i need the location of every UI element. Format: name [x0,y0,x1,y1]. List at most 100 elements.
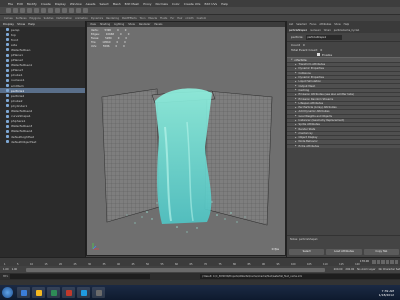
time-slider[interactable]: 1 5 10 15 20 25 30 35 40 45 50 55 60 65 70 75 80 85 90 95 10… [0,257,400,266]
shelf-tab-hair[interactable]: Hair [177,17,182,20]
shelf-tab-animation[interactable]: Animation [75,17,88,20]
outliner-menu-help[interactable]: Help [28,22,35,26]
taskbar-app-button[interactable] [17,287,30,298]
scale-tool-icon[interactable] [55,8,60,13]
ae-menu-selected[interactable]: Selected [296,23,306,26]
open-scene-icon[interactable] [13,8,18,13]
menu-normals[interactable]: Normals [156,2,168,6]
step-forward-icon[interactable] [390,260,394,264]
menu-select[interactable]: Select [99,2,108,6]
shelf-tab-polygons[interactable]: Polygons [30,17,41,20]
mel-label[interactable]: MEL [3,275,8,278]
shelf-tab-ncloth[interactable]: nCloth [185,17,193,20]
current-frame-field[interactable]: 178.00 [360,260,369,264]
viewport-menu-view[interactable]: View [90,23,96,26]
shelf-tab-muscle[interactable]: Muscle [148,17,157,20]
perspective-viewport[interactable]: View Shading Lighting Show Renderer Pane… [86,21,286,256]
menu-window[interactable]: Window [70,2,82,6]
shelf-tab-toon[interactable]: Toon [140,17,146,20]
start-time-field[interactable]: 1.00 [3,268,9,271]
playback-start-field[interactable]: 1.00 [12,268,18,271]
taskbar-app-button[interactable] [77,287,90,298]
render-icon[interactable] [76,8,81,13]
shelf-tab-deformation[interactable]: Deformation [56,17,72,20]
snap-grid-icon[interactable] [62,8,67,13]
taskbar-app-button[interactable] [32,287,45,298]
shelf-tab-surfaces[interactable]: Surfaces [16,17,27,20]
menu-proxy[interactable]: Proxy [143,2,151,6]
expand-triangle-icon: ▶ [295,67,297,70]
menu-file[interactable]: File [8,2,13,6]
ae-node-tab[interactable]: particleShape1 [289,29,307,32]
ae-menu-focus[interactable]: Focus [310,23,317,26]
menu-edit[interactable]: Edit [17,2,23,6]
viewport-menu-show[interactable]: Show [128,23,135,26]
shelf-tab-dynamics[interactable]: Dynamics [91,17,103,20]
shelf-tab-subdivs[interactable]: Subdivs [44,17,54,20]
ipr-render-icon[interactable] [83,8,88,13]
step-back-icon[interactable] [376,260,380,264]
play-back-icon[interactable] [381,260,385,264]
menu-create[interactable]: Create [41,2,51,6]
copy-tab-button[interactable]: Copy Tab [363,249,399,255]
menu-edit-uvs[interactable]: Edit UVs [205,2,218,6]
start-button[interactable] [2,287,13,298]
select-button[interactable]: Select [289,249,325,255]
ae-section-label: Lifespan Attributes [298,101,324,105]
save-scene-icon[interactable] [20,8,25,13]
viewport-menu-renderer[interactable]: Renderer [139,23,150,26]
taskbar-app-button[interactable] [92,287,105,298]
shelf-tab-painteffects[interactable]: PaintEffects [122,17,137,20]
menu-modify[interactable]: Modify [27,2,37,6]
viewport-menu-shading[interactable]: Shading [100,23,110,26]
shelf-tab-rendering[interactable]: Rendering [106,17,119,20]
outliner-menu-show[interactable]: Show [17,22,25,26]
end-time-field[interactable]: 200.00 [345,268,354,271]
node-name-field[interactable]: particleShape1 [306,34,343,40]
ae-menu-show[interactable]: Show [334,23,340,26]
snap-curve-icon[interactable] [69,8,74,13]
load-attributes-button[interactable]: Load Attributes [326,249,362,255]
command-input[interactable] [10,274,151,279]
select-tool-icon[interactable] [27,8,32,13]
enable-checkbox[interactable] [317,53,320,56]
anim-layer-dropdown[interactable]: No Anim Layer [357,268,375,271]
menu-assets[interactable]: Assets [86,2,96,6]
ae-notes[interactable]: Notes: particleShape1 [287,235,400,247]
outliner-item[interactable]: defaultObjectSet [0,139,85,144]
menu-mesh[interactable]: Mesh [113,2,121,6]
shelf-tab-curves[interactable]: Curves [4,17,13,20]
playback-end-field[interactable]: 200.00 [334,268,343,271]
shelf-tab-custom[interactable]: Custom [197,17,207,20]
system-tray-clock[interactable]: 7:39 AM 1/18/2012 [379,289,400,297]
go-to-start-icon[interactable] [372,260,376,264]
ae-node-tab[interactable]: time1 [324,29,331,32]
menu-color[interactable]: Color [172,2,180,6]
ae-menu-list[interactable]: List [289,23,293,26]
play-forward-icon[interactable] [385,260,389,264]
new-scene-icon[interactable] [6,8,11,13]
range-slider-bar[interactable] [26,267,325,272]
menu-display[interactable]: Display [55,2,66,6]
outliner-menu-display[interactable]: Display [3,22,14,26]
rotate-tool-icon[interactable] [48,8,53,13]
outliner-item-label: WaterfallGeo4 [11,129,33,134]
menu-create-uvs[interactable]: Create UVs [184,2,201,6]
viewport-menu-lighting[interactable]: Lighting [114,23,124,26]
ae-menu-help[interactable]: Help [344,23,349,26]
shelf-tab-fur[interactable]: Fur [170,17,174,20]
ae-node-tab[interactable]: nucleus1 [310,29,321,32]
shelf-tab-fluids[interactable]: Fluids [160,17,167,20]
taskbar-app-button[interactable] [47,287,60,298]
taskbar-app-button[interactable] [62,287,75,298]
menu-edit-mesh[interactable]: Edit Mesh [125,2,140,6]
go-to-end-icon[interactable] [394,260,398,264]
ae-section[interactable]: ▶ Extra Attributes [287,143,400,148]
ae-node-tab[interactable]: particleCache_Cycle1 [334,29,360,32]
character-set-dropdown[interactable]: No Character Set [379,268,400,271]
viewport-menu-panels[interactable]: Panels [154,23,162,26]
move-tool-icon[interactable] [41,8,46,13]
ae-menu-attributes[interactable]: Attributes [319,23,331,26]
menu-help[interactable]: Help [221,2,228,6]
lasso-tool-icon[interactable] [34,8,39,13]
